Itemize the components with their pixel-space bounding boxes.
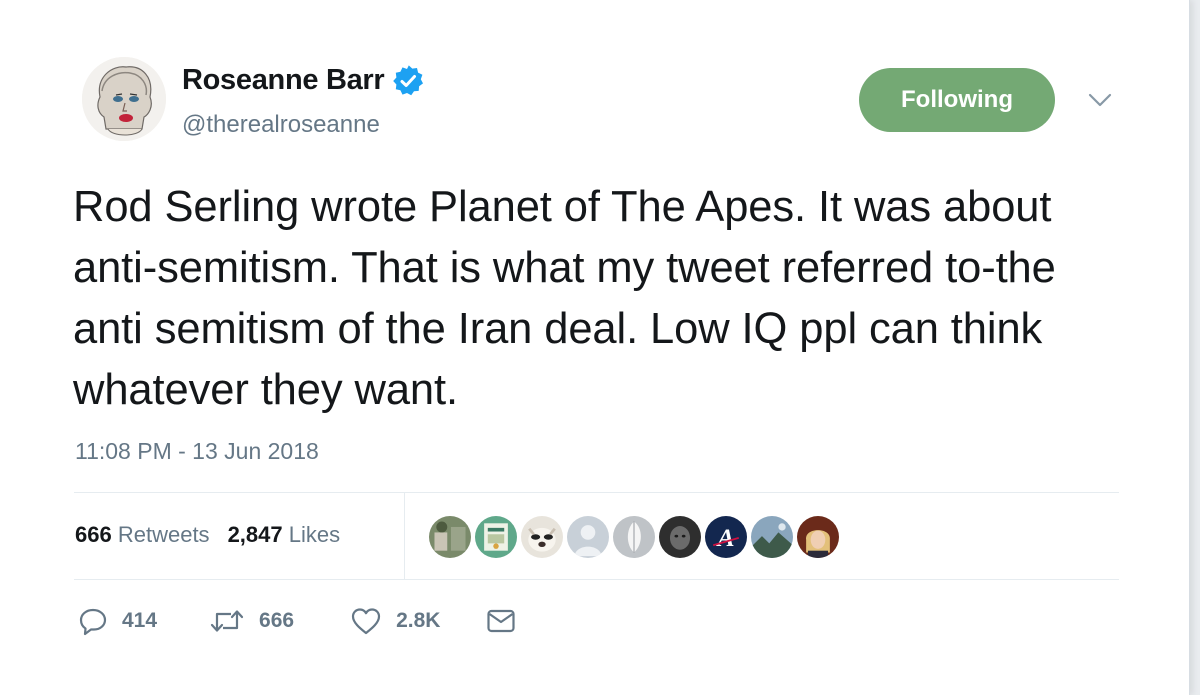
white-shape-avatar[interactable] [611, 514, 657, 560]
user-handle[interactable]: @therealroseanne [182, 111, 380, 139]
likes-stat[interactable]: 2,847 Likes [228, 522, 341, 548]
envelope-icon [487, 609, 516, 633]
display-name[interactable]: Roseanne Barr [182, 64, 385, 97]
svg-text:A: A [715, 523, 734, 552]
following-button[interactable]: Following [859, 68, 1055, 132]
heart-icon [351, 608, 381, 635]
retweets-label: Retweets [117, 522, 210, 547]
landscape-avatar[interactable] [749, 514, 795, 560]
outdoor-photo-avatar[interactable] [427, 514, 473, 560]
poster-avatar[interactable] [473, 514, 519, 560]
like-action[interactable]: 2.8K [350, 606, 440, 636]
liker-avatars: A [427, 514, 841, 560]
divider [74, 492, 1119, 493]
name-row: Roseanne Barr [182, 64, 424, 97]
like-count: 2.8K [396, 609, 441, 632]
retweet-count: 666 [259, 609, 295, 632]
tweet-card: Roseanne Barr @therealroseanne Following… [0, 0, 1190, 695]
retweet-icon [210, 610, 244, 632]
likes-count: 2,847 [227, 522, 283, 547]
retweets-count: 666 [75, 522, 112, 547]
direct-message-action[interactable] [486, 608, 516, 634]
default-person-avatar[interactable] [565, 514, 611, 560]
reply-count: 414 [122, 609, 158, 632]
divider [74, 579, 1119, 580]
tweet-actions: 414 666 2.8K [78, 606, 516, 636]
retweet-action[interactable]: 666 [209, 606, 294, 636]
profile-avatar[interactable] [82, 57, 166, 141]
braves-logo-avatar[interactable]: A [703, 514, 749, 560]
retweets-stat[interactable]: 666 Retweets [75, 522, 210, 548]
verified-badge-icon [393, 64, 424, 95]
tweet-timestamp[interactable]: 11:08 PM - 13 Jun 2018 [75, 438, 319, 465]
divider [404, 493, 405, 579]
reply-icon [79, 608, 107, 636]
reply-action[interactable]: 414 [78, 606, 157, 636]
tweet-text: Rod Serling wrote Planet of The Apes. It… [73, 183, 1056, 414]
bulldog-avatar[interactable] [519, 514, 565, 560]
tweet-stats: 666 Retweets 2,847 Likes [75, 522, 340, 548]
chevron-down-icon[interactable] [1087, 90, 1113, 110]
blonde-person-avatar[interactable] [795, 514, 841, 560]
likes-label: Likes [288, 522, 341, 547]
dark-face-avatar[interactable] [657, 514, 703, 560]
